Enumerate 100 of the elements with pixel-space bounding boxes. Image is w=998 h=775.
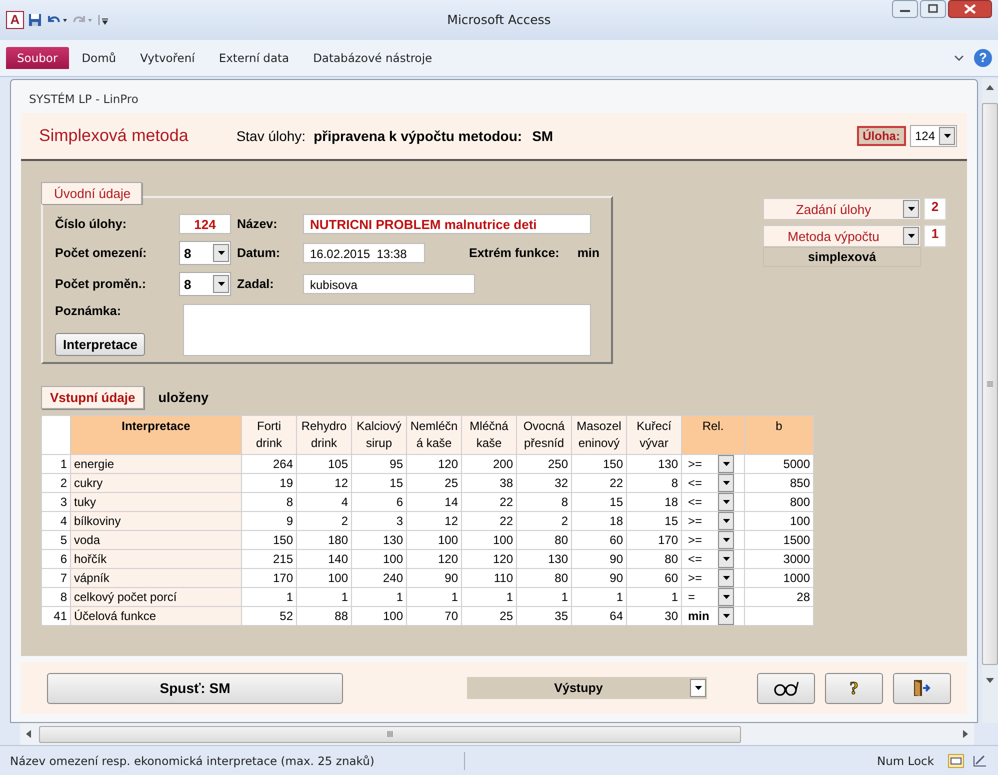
table-cell[interactable]: 22 [462, 492, 516, 512]
relation-value[interactable]: >= [688, 457, 702, 471]
table-cell[interactable]: 52 [242, 606, 296, 626]
task-number-field[interactable]: 124 [179, 214, 231, 234]
table-cell[interactable]: 90 [572, 568, 626, 588]
save-icon[interactable] [28, 13, 42, 27]
table-cell[interactable]: 60 [626, 568, 682, 588]
table-cell[interactable]: 9 [242, 512, 296, 530]
table-cell[interactable]: 32 [516, 474, 572, 492]
table-cell[interactable]: 4 [296, 492, 352, 512]
table-cell[interactable]: 2 [516, 512, 572, 530]
ribbon-tab[interactable]: Soubor [6, 47, 69, 69]
form-view-icon[interactable] [948, 754, 964, 768]
table-cell[interactable]: 70 [406, 606, 462, 626]
section-combo[interactable]: Metoda výpočtu [763, 225, 921, 247]
table-cell[interactable]: 95 [352, 454, 406, 474]
table-cell[interactable]: 18 [572, 512, 626, 530]
table-cell[interactable]: 264 [242, 454, 296, 474]
table-cell[interactable]: 1 [242, 588, 296, 606]
table-cell[interactable]: 105 [296, 454, 352, 474]
input-data-button[interactable]: Vstupní údaje [41, 386, 144, 409]
table-cell[interactable]: cukry [70, 474, 242, 492]
table-cell[interactable]: 90 [572, 550, 626, 568]
maximize-button[interactable] [920, 0, 946, 18]
help-button[interactable]: ? [974, 49, 992, 67]
glasses-button[interactable] [757, 672, 815, 704]
table-cell[interactable]: 28 [744, 588, 814, 606]
table-cell[interactable]: 15 [626, 512, 682, 530]
table-cell[interactable]: 850 [744, 474, 814, 492]
table-cell[interactable]: 120 [406, 550, 462, 568]
table-cell[interactable]: 120 [406, 454, 462, 474]
table-cell[interactable]: 18 [626, 492, 682, 512]
table-cell[interactable]: 800 [744, 492, 814, 512]
author-field[interactable]: kubisova [303, 274, 475, 294]
table-cell[interactable]: 240 [352, 568, 406, 588]
relation-value[interactable]: <= [688, 495, 702, 509]
relation-value[interactable]: <= [688, 476, 702, 490]
table-cell[interactable]: 130 [516, 550, 572, 568]
table-cell[interactable]: 120 [462, 550, 516, 568]
table-cell[interactable]: 64 [572, 606, 626, 626]
scroll-down-icon[interactable] [986, 678, 994, 683]
table-cell[interactable]: 15 [572, 492, 626, 512]
table-cell[interactable]: 1 [406, 588, 462, 606]
table-cell[interactable]: 12 [296, 474, 352, 492]
table-cell[interactable]: 180 [296, 530, 352, 550]
section-combo[interactable]: Zadání úlohy [763, 198, 921, 220]
table-cell[interactable]: 15 [352, 474, 406, 492]
dropdown-button[interactable] [718, 493, 734, 511]
design-view-icon[interactable] [972, 754, 988, 768]
table-cell[interactable]: 1500 [744, 530, 814, 550]
table-cell[interactable]: 80 [626, 550, 682, 568]
table-cell[interactable]: tuky [70, 492, 242, 512]
ribbon-tab[interactable]: Domů [70, 47, 128, 69]
minimize-ribbon-icon[interactable] [954, 54, 964, 62]
table-cell[interactable]: 35 [516, 606, 572, 626]
run-button[interactable]: Spusť: SM [47, 672, 343, 704]
table-cell[interactable]: 215 [242, 550, 296, 568]
table-cell[interactable]: Účelová funkce [70, 606, 242, 626]
dropdown-button[interactable] [718, 474, 734, 492]
table-cell[interactable]: 1 [296, 588, 352, 606]
table-cell[interactable]: 6 [352, 492, 406, 512]
table-cell[interactable]: 150 [242, 530, 296, 550]
table-cell[interactable]: bílkoviny [70, 512, 242, 530]
table-cell[interactable]: 8 [626, 474, 682, 492]
table-cell[interactable]: 8 [516, 492, 572, 512]
table-cell[interactable]: 1 [516, 588, 572, 606]
dropdown-button[interactable] [718, 550, 734, 568]
task-combo[interactable]: 124 [910, 125, 957, 147]
dropdown-button[interactable] [718, 569, 734, 587]
table-cell[interactable]: 250 [516, 454, 572, 474]
table-cell[interactable]: 1000 [744, 568, 814, 588]
close-button[interactable] [948, 0, 992, 18]
relation-value[interactable]: >= [688, 514, 702, 528]
table-cell[interactable]: 22 [572, 474, 626, 492]
table-cell[interactable]: 38 [462, 474, 516, 492]
table-cell[interactable]: 1 [352, 588, 406, 606]
dropdown-button[interactable] [718, 455, 734, 473]
table-cell[interactable]: 25 [406, 474, 462, 492]
table-cell[interactable]: 170 [626, 530, 682, 550]
interpretation-button[interactable]: Interpretace [55, 333, 146, 356]
table-cell[interactable]: 14 [406, 492, 462, 512]
table-cell[interactable]: 100 [296, 568, 352, 588]
dropdown-button[interactable] [718, 531, 734, 549]
table-cell[interactable]: celkový počet porcí [70, 588, 242, 606]
table-cell[interactable]: 140 [296, 550, 352, 568]
exit-button[interactable] [893, 672, 951, 704]
table-cell[interactable]: 150 [572, 454, 626, 474]
table-cell[interactable]: 25 [462, 606, 516, 626]
table-cell[interactable]: 1 [462, 588, 516, 606]
table-cell[interactable]: 130 [626, 454, 682, 474]
date-field[interactable]: 16.02.2015 13:38 [303, 243, 425, 263]
table-cell[interactable]: 100 [406, 530, 462, 550]
table-cell[interactable]: 1 [572, 588, 626, 606]
table-cell[interactable]: 100 [352, 606, 406, 626]
table-cell[interactable]: 80 [516, 530, 572, 550]
intro-tab[interactable]: Úvodní údaje [41, 182, 142, 204]
relation-value[interactable]: >= [688, 571, 702, 585]
table-cell[interactable]: hořčík [70, 550, 242, 568]
constraints-combo[interactable]: 8 [179, 241, 231, 265]
scroll-right-icon[interactable] [963, 730, 968, 738]
